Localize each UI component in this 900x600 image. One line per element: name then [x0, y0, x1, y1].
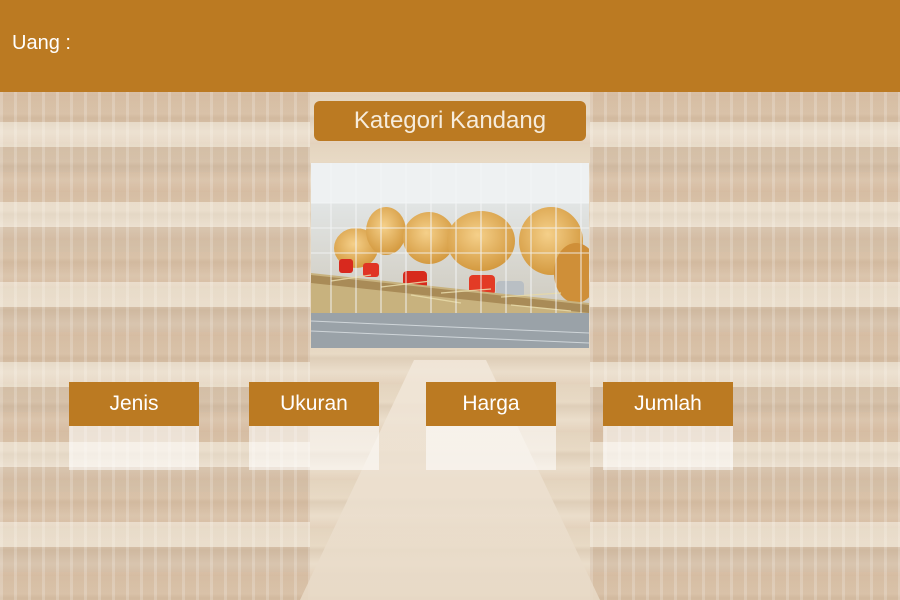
jumlah-value	[603, 426, 733, 470]
top-bar: Uang :	[0, 0, 900, 92]
cage-rack-right	[590, 92, 900, 600]
cage-rack-left	[0, 92, 310, 600]
jenis-header: Jenis	[69, 382, 199, 426]
ukuran-value	[249, 426, 379, 470]
harga-header: Harga	[426, 382, 556, 426]
chicken-cage-illustration	[311, 163, 589, 348]
chicken-cage-photo	[311, 163, 589, 348]
category-title: Kategori Kandang	[314, 101, 586, 141]
ukuran-header: Ukuran	[249, 382, 379, 426]
jenis-value	[69, 426, 199, 470]
harga-value	[426, 426, 556, 470]
jumlah-header: Jumlah	[603, 382, 733, 426]
money-label: Uang :	[12, 32, 71, 54]
